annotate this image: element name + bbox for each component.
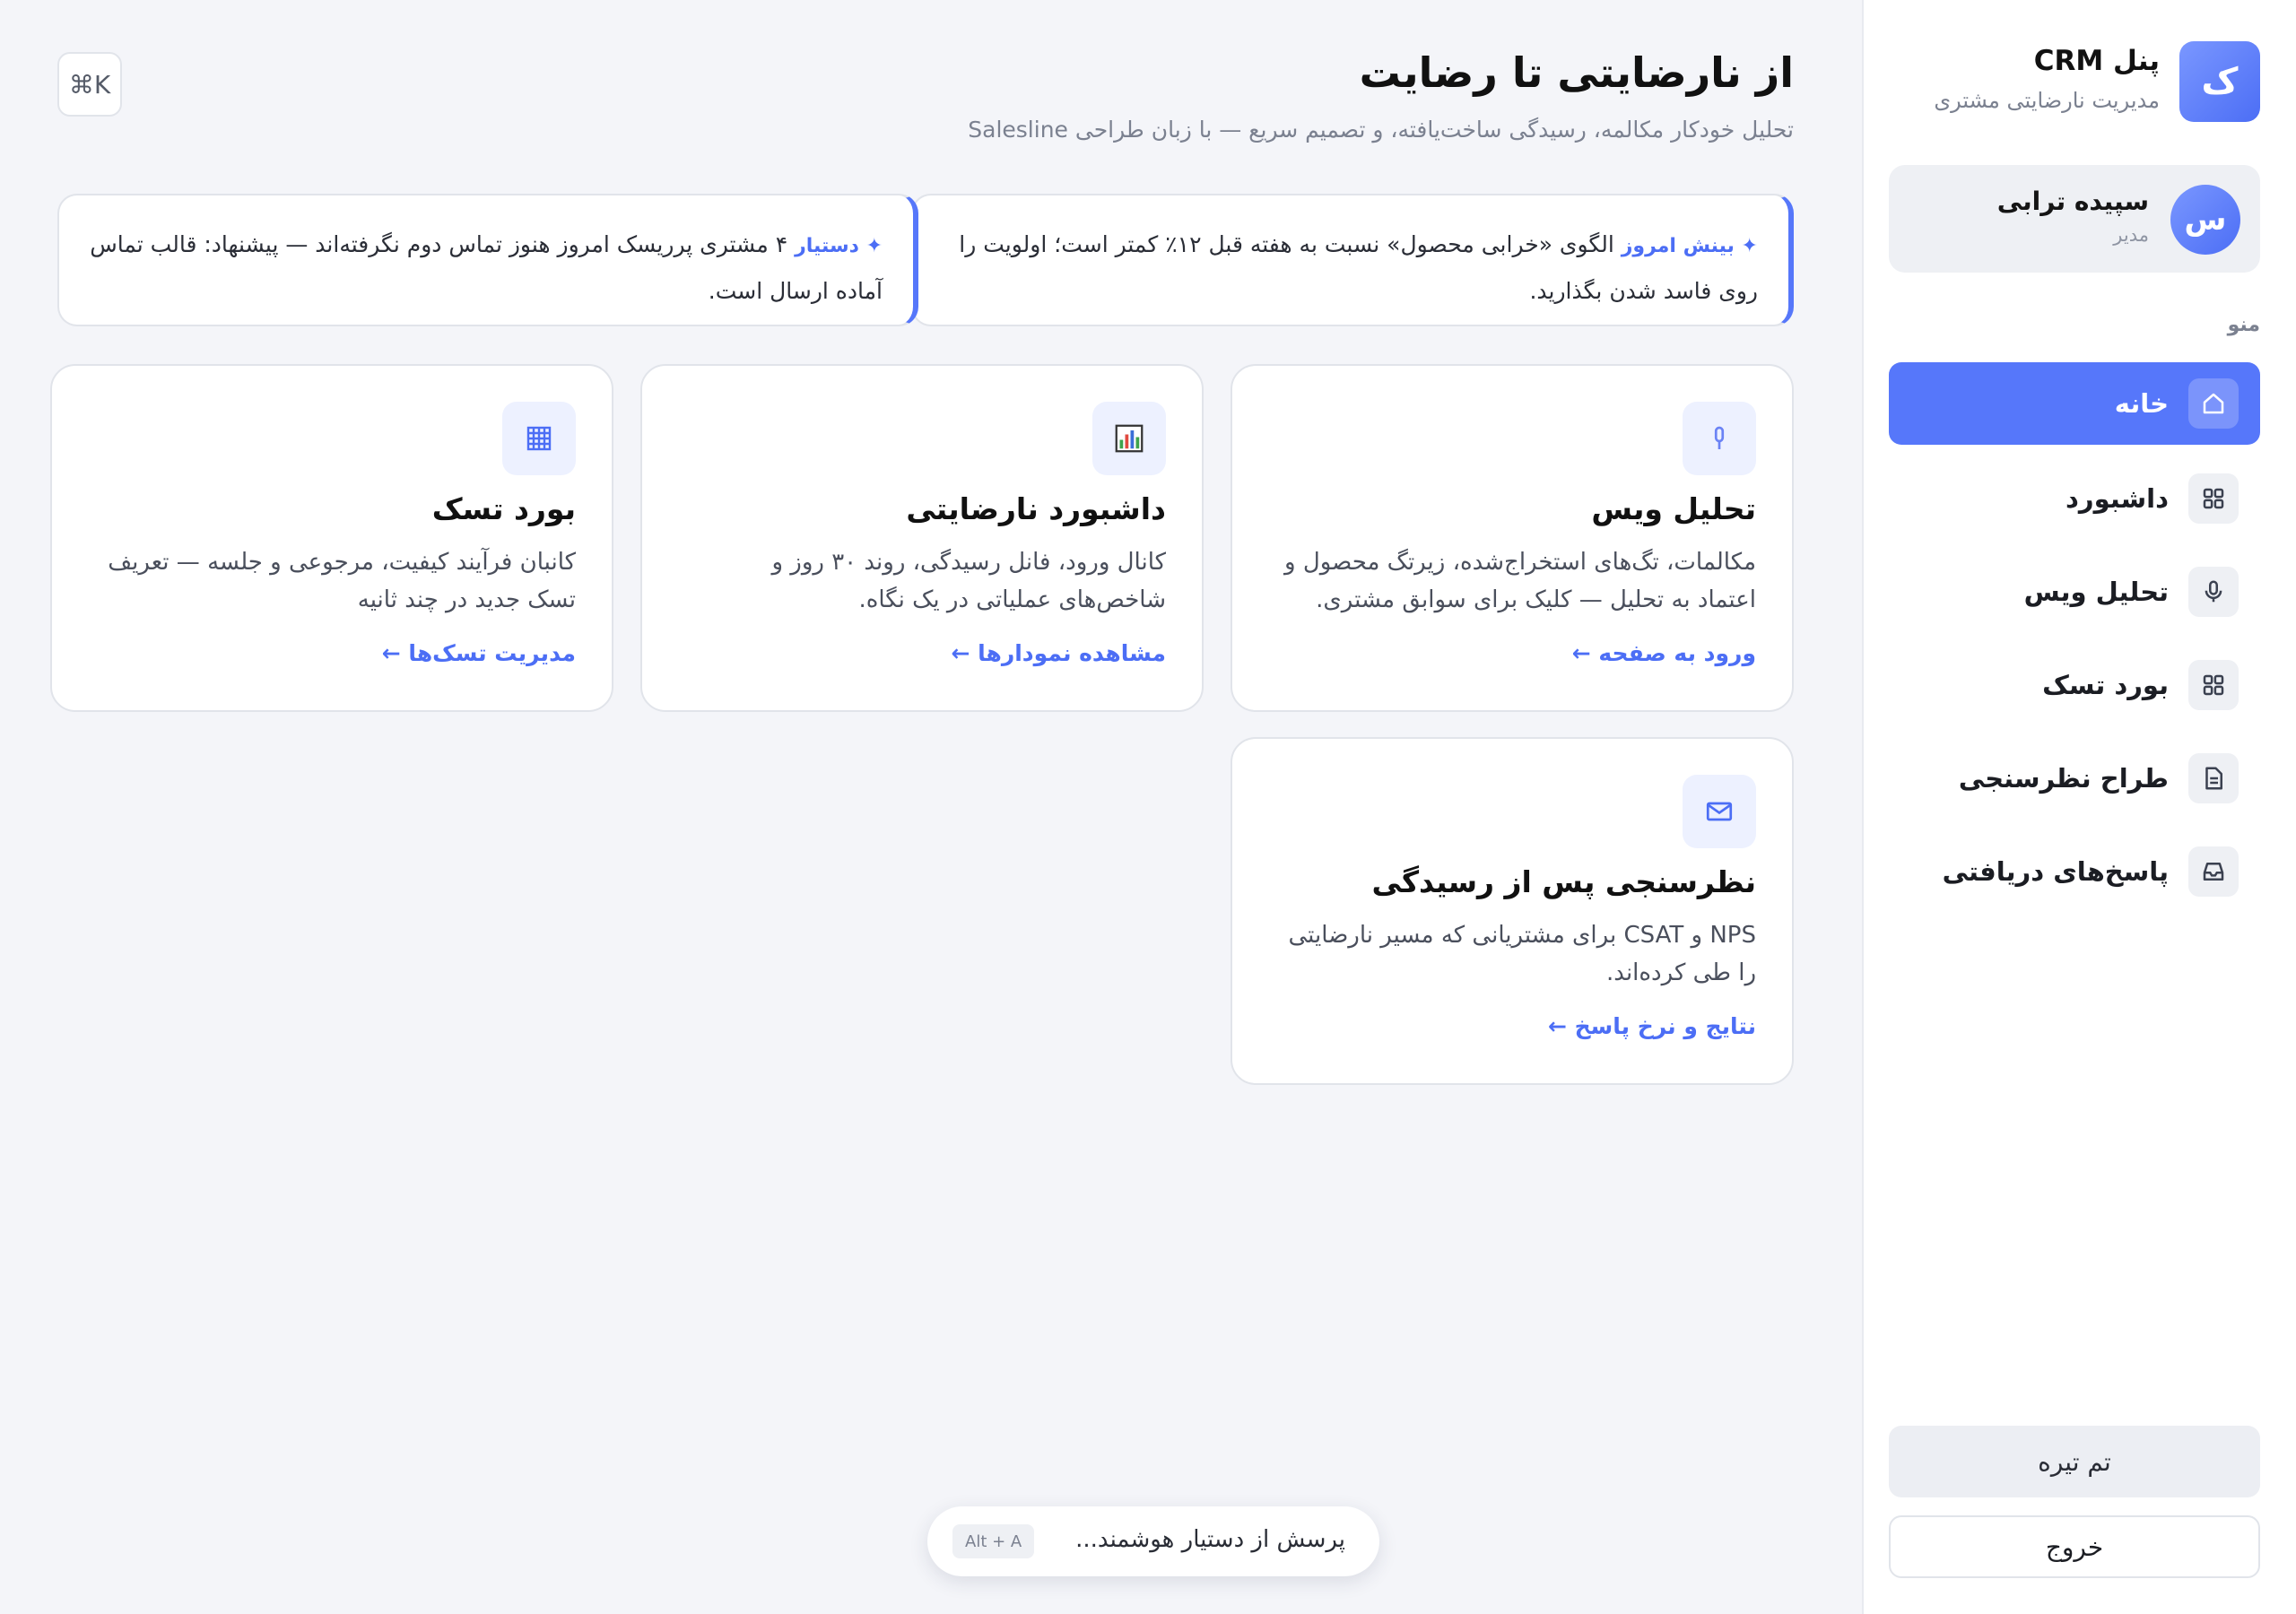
- microphone-icon: [1683, 402, 1756, 475]
- insight-banner-assistant: ✦ دستیار ۴ مشتری پرریسک امروز هنوز تماس …: [57, 194, 918, 326]
- sidebar-item-label: پاسخ‌های دریافتی: [1942, 856, 2169, 887]
- menu-label: منو: [2227, 314, 2260, 336]
- table-grid-icon: [502, 402, 576, 475]
- sidebar-item-label: بورد تسک: [2042, 670, 2169, 700]
- card-link[interactable]: نتایج و نرخ پاسخ ←: [1548, 1013, 1756, 1039]
- bar-chart-icon: [1092, 402, 1166, 475]
- card-post-resolution-survey[interactable]: نظرسنجی پس از رسیدگی NPS و CSAT برای مشت…: [1231, 737, 1794, 1085]
- card-link[interactable]: مشاهده نمودارها ←: [951, 640, 1166, 666]
- card-description: NPS و CSAT برای مشتریانی که مسیر نارضایت…: [1288, 922, 1756, 986]
- sidebar-item-label: داشبورد: [2066, 483, 2169, 514]
- inbox-icon: [2188, 846, 2239, 897]
- card-description: کانال ورود، فانل رسیدگی، روند ۳۰ روز و ش…: [771, 549, 1166, 613]
- sidebar-item-dashboard[interactable]: داشبورد: [1889, 457, 2260, 540]
- card-description: کانبان فرآیند کیفیت، مرجوعی و جلسه — تعر…: [108, 549, 576, 613]
- home-icon: [2188, 378, 2239, 429]
- card-title: نظرسنجی پس از رسیدگی: [1371, 864, 1756, 899]
- sidebar-item-task-board[interactable]: بورد تسک: [1889, 644, 2260, 726]
- card-description: مکالمات، تگ‌های استخراج‌شده، زیرتگ محصول…: [1284, 549, 1756, 613]
- card-title: تحلیل ویس: [1591, 491, 1756, 526]
- sidebar-item-responses[interactable]: پاسخ‌های دریافتی: [1889, 830, 2260, 913]
- command-palette-button[interactable]: ⌘K: [57, 52, 122, 117]
- logout-button[interactable]: خروج: [1889, 1515, 2260, 1578]
- insight-text: ۴ مشتری پرریسک امروز هنوز تماس دوم نگرفت…: [90, 231, 883, 304]
- sidebar: ک پنل CRM مدیریت نارضایتی مشتری س سپیده …: [1862, 0, 2296, 1614]
- assistant-shortcut-badge: Alt + A: [952, 1524, 1035, 1558]
- brand-logo: ک: [2179, 41, 2260, 122]
- page-subtitle: تحلیل خودکار مکالمه، رسیدگی ساخت‌یافته، …: [968, 117, 1794, 143]
- brand-subtitle: مدیریت نارضایتی مشتری: [1934, 88, 2160, 113]
- assistant-placeholder: پرسش از دستیار هوشمند...: [1075, 1526, 1345, 1553]
- card-title: داشبورد نارضایتی: [906, 491, 1166, 526]
- insight-tag: ✦ دستیار: [795, 235, 883, 257]
- sidebar-item-survey-designer[interactable]: طراح نظرسنجی: [1889, 737, 2260, 820]
- page-title: از نارضایتی تا رضایت: [1359, 48, 1794, 97]
- dark-theme-button[interactable]: تم تیره: [1889, 1426, 2260, 1497]
- brand: ک پنل CRM مدیریت نارضایتی مشتری: [1892, 41, 2260, 124]
- sidebar-item-label: طراح نظرسنجی: [1958, 763, 2169, 794]
- mail-icon: [1683, 775, 1756, 848]
- sidebar-item-label: تحلیل ویس: [2023, 577, 2169, 607]
- grid-icon: [2188, 660, 2239, 710]
- user-name: سپیده ترابی: [1996, 187, 2149, 216]
- brand-title: پنل CRM: [2033, 45, 2160, 77]
- card-voice-analysis[interactable]: تحلیل ویس مکالمات، تگ‌های استخراج‌شده، ز…: [1231, 364, 1794, 712]
- sidebar-item-label: خانه: [2114, 388, 2169, 419]
- card-link[interactable]: مدیریت تسک‌ها ←: [382, 640, 576, 666]
- card-task-board[interactable]: بورد تسک کانبان فرآیند کیفیت، مرجوعی و ج…: [50, 364, 613, 712]
- avatar: س: [2170, 185, 2240, 255]
- card-link[interactable]: ورود به صفحه ←: [1572, 640, 1756, 666]
- insight-tag: ✦ بینش امروز: [1621, 235, 1758, 257]
- document-icon: [2188, 753, 2239, 803]
- card-title: بورد تسک: [431, 491, 576, 526]
- card-dissatisfaction-dashboard[interactable]: داشبورد نارضایتی کانال ورود، فانل رسیدگی…: [640, 364, 1204, 712]
- user-card[interactable]: س سپیده ترابی مدیر: [1889, 165, 2260, 273]
- app-root: ک پنل CRM مدیریت نارضایتی مشتری س سپیده …: [0, 0, 2296, 1614]
- user-role: مدیر: [2113, 224, 2149, 246]
- microphone-icon: [2188, 567, 2239, 617]
- sidebar-item-home[interactable]: خانه: [1889, 362, 2260, 445]
- sidebar-item-voice-analysis[interactable]: تحلیل ویس: [1889, 551, 2260, 633]
- assistant-input[interactable]: پرسش از دستیار هوشمند... Alt + A: [927, 1506, 1379, 1576]
- grid-icon: [2188, 473, 2239, 524]
- insight-banner-today: ✦ بینش امروز الگوی «خرابی محصول» نسبت به…: [911, 194, 1794, 326]
